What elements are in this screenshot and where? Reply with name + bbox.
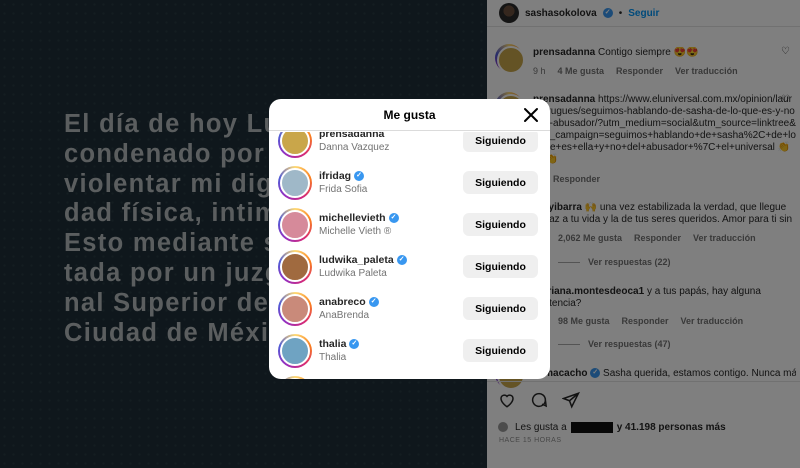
username-text: ifridag <box>319 170 352 182</box>
user-avatar[interactable] <box>278 166 312 200</box>
username-text: ludwika_paleta <box>319 254 394 266</box>
user-avatar[interactable] <box>278 132 312 158</box>
user-avatar[interactable] <box>278 376 312 379</box>
verified-icon: ✓ <box>388 213 399 223</box>
user-avatar[interactable] <box>278 208 312 242</box>
like-fullname: Thalia <box>319 352 347 363</box>
like-fullname: AnaBrenda <box>319 310 370 321</box>
avatar-image <box>280 294 310 324</box>
following-button[interactable]: Siguiendo <box>463 213 538 236</box>
user-avatar[interactable] <box>278 250 312 284</box>
username-text: michellevieth <box>319 212 386 224</box>
following-button[interactable]: Siguiendo <box>463 297 538 320</box>
likes-list[interactable]: prensadanna Danna Vazquez Siguiendo ifridag… <box>269 132 550 379</box>
avatar-image <box>280 378 310 379</box>
like-row: prensadanna Danna Vazquez Siguiendo <box>269 132 550 162</box>
like-fullname: Michelle Vieth ® <box>319 226 392 237</box>
like-username[interactable]: anabreco ✓ <box>319 296 379 308</box>
like-row: thalia ✓ Thalia Siguiendo <box>269 330 550 372</box>
dialog-title: Me gusta <box>383 107 436 122</box>
like-fullname: Danna Vazquez <box>319 142 390 153</box>
like-username[interactable]: thalia ✓ <box>319 338 360 350</box>
avatar-image <box>280 168 310 198</box>
avatar-image <box>280 336 310 366</box>
like-fullname: Ludwika Paleta <box>319 268 387 279</box>
verified-icon: ✓ <box>396 255 407 265</box>
verified-icon: ✓ <box>368 297 379 307</box>
likes-dialog: Me gusta prensadanna Danna Vazquez Siguien… <box>269 99 550 379</box>
dialog-header: Me gusta <box>269 99 550 131</box>
user-avatar[interactable] <box>278 334 312 368</box>
avatar-image <box>280 132 310 156</box>
avatar-image <box>280 210 310 240</box>
user-avatar[interactable] <box>278 292 312 326</box>
following-button[interactable]: Siguiendo <box>463 339 538 362</box>
verified-icon: ✓ <box>349 339 360 349</box>
username-text: thalia <box>319 338 347 350</box>
like-row: ludwika_paleta ✓ Ludwika Paleta Siguiendo <box>269 246 550 288</box>
username-text: prensadanna <box>319 132 385 140</box>
like-row: ifridag ✓ Frida Sofia Siguiendo <box>269 162 550 204</box>
like-username[interactable]: prensadanna <box>319 132 384 140</box>
avatar-image <box>280 252 310 282</box>
like-username[interactable]: ifridag ✓ <box>319 170 365 182</box>
close-icon[interactable] <box>522 106 540 124</box>
like-username[interactable]: michellevieth ✓ <box>319 212 399 224</box>
like-fullname: Frida Sofia <box>319 184 368 195</box>
like-username[interactable]: ludwika_paleta ✓ <box>319 254 407 266</box>
like-row: anabreco ✓ AnaBrenda Siguiendo <box>269 288 550 330</box>
following-button[interactable]: Siguiendo <box>463 132 538 152</box>
like-row-partial <box>269 372 550 379</box>
following-button[interactable]: Siguiendo <box>463 171 538 194</box>
username-text: anabreco <box>319 296 366 308</box>
like-row: michellevieth ✓ Michelle Vieth ® Siguiendo <box>269 204 550 246</box>
verified-icon: ✓ <box>354 171 365 181</box>
following-button[interactable]: Siguiendo <box>463 255 538 278</box>
